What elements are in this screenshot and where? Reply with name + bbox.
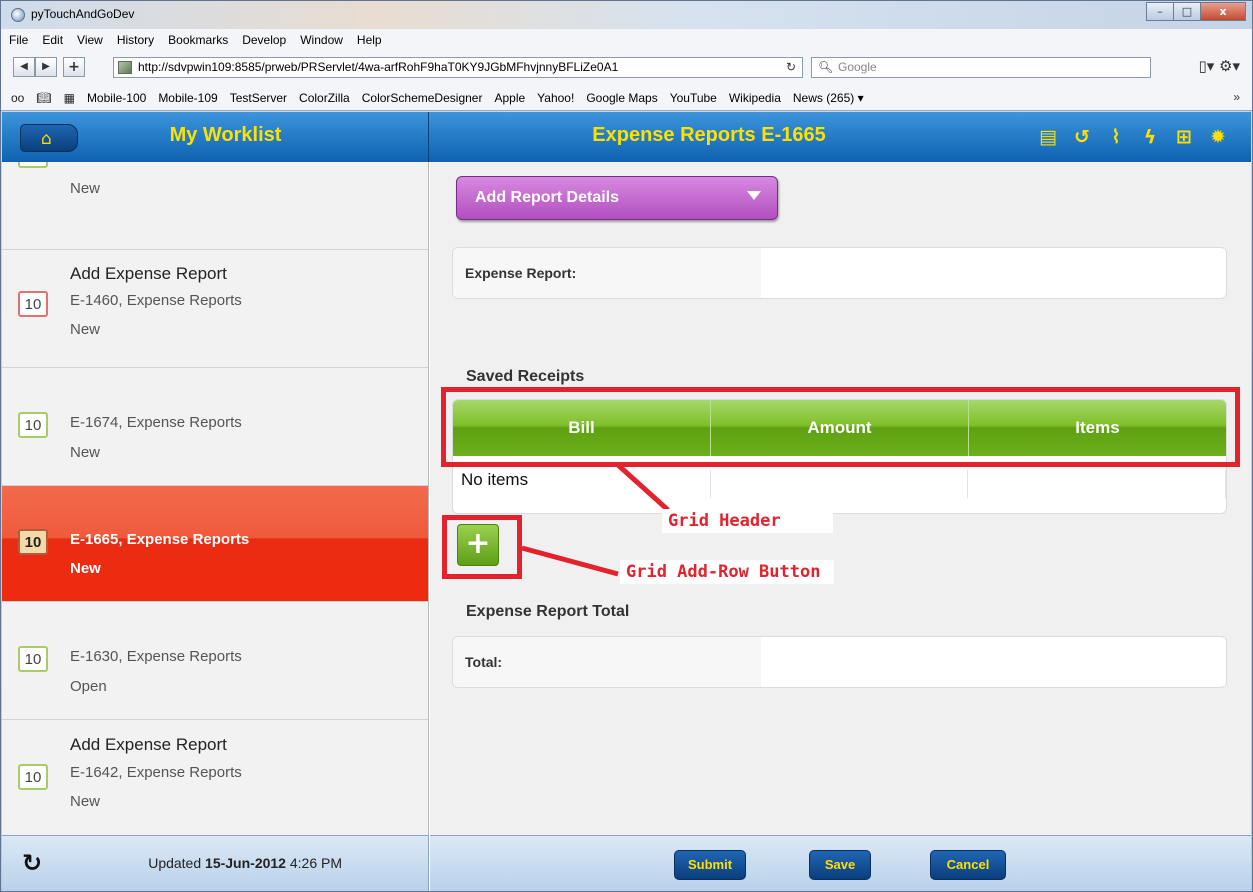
book-icon[interactable]: 📖︎	[36, 91, 51, 105]
add-document-icon[interactable]: ⊞	[1169, 125, 1199, 149]
add-row-annotation: Grid Add-Row Button	[620, 560, 835, 584]
item-status: New	[70, 560, 101, 577]
item-status: New	[70, 793, 101, 810]
title-bar: pyTouchAndGoDev – □ x	[1, 1, 1252, 29]
header-actions: ▤ ↺ ⌇ ϟ ⊞ ✹	[1029, 125, 1233, 149]
browser-app-icon	[11, 8, 25, 22]
worklist-header: ⌂ My Worklist	[2, 112, 429, 162]
reader-icon[interactable]: oo	[11, 91, 24, 105]
menu-window[interactable]: Window	[300, 33, 343, 47]
case-form: Add Report Details Expense Report: Saved…	[430, 162, 1251, 835]
item-title: Add Expense Report	[70, 264, 227, 283]
menu-develop[interactable]: Develop	[242, 33, 286, 47]
bookmark-wikipedia[interactable]: Wikipedia	[729, 91, 781, 105]
browser-window: pyTouchAndGoDev – □ x File Edit View His…	[0, 0, 1253, 892]
window-controls: – □ x	[1146, 2, 1246, 21]
bookmark-colorzilla[interactable]: ColorZilla	[299, 91, 350, 105]
search-input[interactable]: 🔍︎ Google	[811, 57, 1151, 78]
item-status: New	[70, 180, 101, 197]
bookmarks-bar: oo 📖︎ ▦ Mobile-100 Mobile-109 TestServer…	[1, 85, 1252, 111]
bookmark-google-maps[interactable]: Google Maps	[586, 91, 657, 105]
last-updated-text: Updated 15-Jun-2012 4:26 PM	[2, 855, 342, 871]
menu-history[interactable]: History	[117, 33, 154, 47]
minimize-button[interactable]: –	[1146, 2, 1174, 21]
window-title: pyTouchAndGoDev	[31, 7, 135, 21]
bookmark-colorschemedesigner[interactable]: ColorSchemeDesigner	[362, 91, 483, 105]
worklist-footer: ↻ Updated 15-Jun-2012 4:26 PM	[2, 835, 429, 891]
attachment-icon[interactable]: ⌇	[1101, 125, 1131, 149]
search-icon: 🔍︎	[818, 60, 834, 74]
grid-header-arrow	[616, 463, 670, 512]
priority-badge: 10	[18, 529, 48, 555]
item-case: E-1674, Expense Reports	[70, 414, 242, 431]
list-item[interactable]: 10 Add Expense Report E-1460, Expense Re…	[2, 250, 428, 368]
menu-bookmarks[interactable]: Bookmarks	[168, 33, 228, 47]
forward-button[interactable]: ▶	[35, 57, 57, 77]
list-item[interactable]: 10 E-1630, Expense Reports Open	[2, 602, 428, 720]
annotation-arrows	[521, 463, 670, 577]
address-url: http://sdvpwin109:8585/prweb/PRServlet/4…	[138, 60, 619, 74]
gear-icon[interactable]: ✹	[1203, 125, 1233, 149]
menu-view[interactable]: View	[77, 33, 103, 47]
updated-prefix: Updated	[148, 855, 206, 871]
document-icon[interactable]: ▤	[1033, 125, 1063, 149]
list-item[interactable]: 10 E-1674, Expense Reports New	[2, 368, 428, 486]
updated-time: 4:26 PM	[285, 855, 342, 871]
worklist-title: My Worklist	[169, 124, 282, 146]
priority-badge: 10	[18, 412, 48, 438]
grid-icon[interactable]: ▦	[64, 91, 75, 105]
back-button[interactable]: ◀	[13, 57, 35, 77]
bookmark-mobile-109[interactable]: Mobile-109	[158, 91, 217, 105]
menu-bar: File Edit View History Bookmarks Develop…	[1, 29, 1252, 51]
list-item[interactable]: 10 Add Expense Report E-1642, Expense Re…	[2, 720, 428, 835]
menu-edit[interactable]: Edit	[42, 33, 63, 47]
maximize-button[interactable]: □	[1173, 2, 1201, 21]
priority-badge	[18, 162, 48, 168]
priority-badge: 10	[18, 764, 48, 790]
list-item-selected[interactable]: 10 E-1665, Expense Reports New	[2, 486, 428, 602]
grid-header-annotation: Grid Header	[662, 509, 833, 533]
item-status: New	[70, 444, 101, 461]
browser-toolbar: ◀ ▶ + http://sdvpwin109:8585/prweb/PRSer…	[1, 51, 1252, 85]
bookmarks-overflow-icon[interactable]: »	[1233, 90, 1240, 104]
menu-help[interactable]: Help	[357, 33, 382, 47]
new-tab-button[interactable]: +	[63, 57, 85, 77]
worklist: New 10 Add Expense Report E-1460, Expens…	[2, 162, 429, 835]
item-case: E-1630, Expense Reports	[70, 648, 242, 665]
bookmark-mobile-100[interactable]: Mobile-100	[87, 91, 146, 105]
priority-badge: 10	[18, 646, 48, 672]
search-placeholder: Google	[838, 60, 877, 74]
item-case: E-1460, Expense Reports	[70, 292, 242, 309]
priority-badge: 10	[18, 291, 48, 317]
case-title: Expense Reports E-1665	[592, 124, 826, 146]
item-case: E-1642, Expense Reports	[70, 764, 242, 781]
bookmark-apple[interactable]: Apple	[494, 91, 525, 105]
add-row-arrow	[521, 545, 619, 577]
app-content: ⌂ My Worklist Expense Reports E-1665 ▤ ↺…	[2, 112, 1251, 891]
bookmark-yahoo[interactable]: Yahoo!	[537, 91, 574, 105]
reload-icon[interactable]: ↻	[786, 58, 796, 77]
item-status: New	[70, 321, 101, 338]
lightning-icon[interactable]: ϟ	[1135, 125, 1165, 149]
updated-date: 15-Jun-2012	[205, 855, 286, 871]
case-header: Expense Reports E-1665 ▤ ↺ ⌇ ϟ ⊞ ✹	[429, 112, 1251, 162]
save-button[interactable]: Save	[809, 850, 871, 880]
submit-button[interactable]: Submit	[674, 850, 746, 880]
bookmark-news[interactable]: News (265) ▾	[793, 91, 864, 105]
bookmark-testserver[interactable]: TestServer	[230, 91, 287, 105]
bookmark-youtube[interactable]: YouTube	[670, 91, 717, 105]
list-item[interactable]: New	[2, 162, 428, 250]
item-case: E-1665, Expense Reports	[70, 531, 250, 548]
close-button[interactable]: x	[1200, 2, 1246, 21]
history-icon[interactable]: ↺	[1067, 125, 1097, 149]
address-bar[interactable]: http://sdvpwin109:8585/prweb/PRServlet/4…	[113, 57, 803, 78]
cancel-button[interactable]: Cancel	[930, 850, 1006, 880]
site-favicon-icon	[118, 61, 132, 74]
item-title: Add Expense Report	[70, 735, 227, 754]
action-footer: Submit Save Cancel	[430, 835, 1251, 891]
nav-buttons: ◀ ▶ +	[13, 57, 85, 77]
menu-file[interactable]: File	[9, 33, 28, 47]
page-and-settings-icons[interactable]: ▯▾ ⚙▾	[1198, 57, 1240, 75]
item-status: Open	[70, 678, 107, 695]
